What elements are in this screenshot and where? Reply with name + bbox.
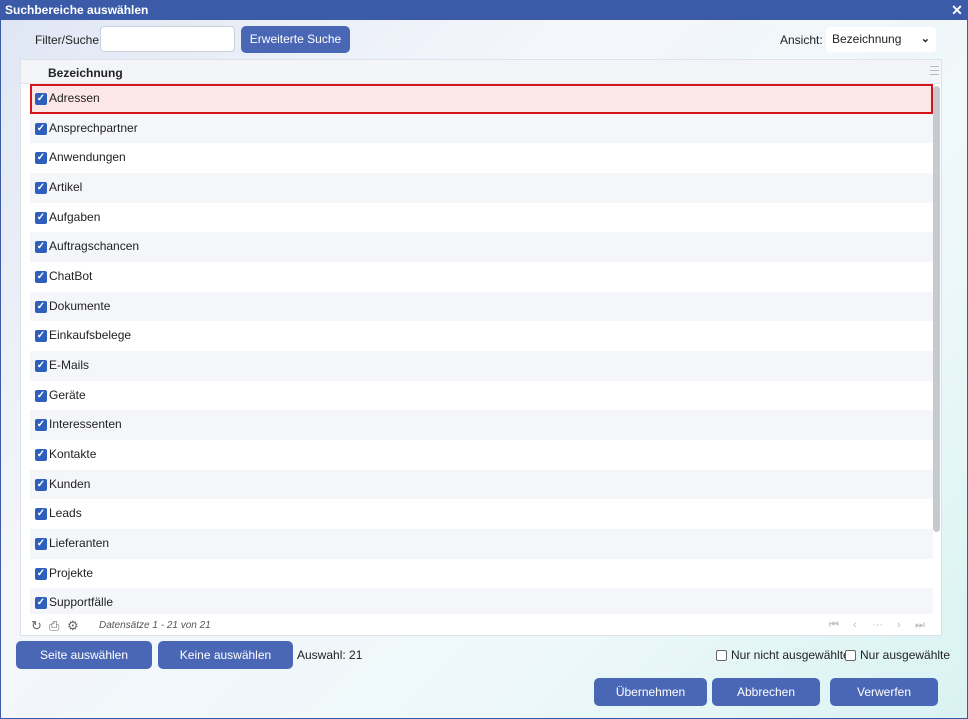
filter-label: Filter/Suche:: [35, 33, 103, 47]
only-unselected-checkbox[interactable]: Nur nicht ausgewählte: [716, 648, 850, 662]
dialog-titlebar: Suchbereiche auswählen ✕: [1, 1, 967, 20]
only-unselected-label: Nur nicht ausgewählte: [731, 648, 850, 662]
row-checkbox[interactable]: ✓: [35, 389, 47, 402]
table-row[interactable]: ✓ Interessenten: [30, 410, 933, 440]
table-row[interactable]: ✓ Dokumente: [30, 291, 933, 322]
table-row[interactable]: ✓ Kontakte: [30, 440, 933, 470]
row-label: Kunden: [49, 476, 91, 491]
row-label: Geräte: [49, 387, 86, 402]
row-label: Anwendungen: [49, 150, 126, 165]
search-areas-grid: Bezeichnung ✓ Adressen ✓ Ansprechpartner ✓ An…: [20, 59, 942, 636]
table-row[interactable]: ✓ Anwendungen: [30, 143, 933, 173]
select-none-button[interactable]: Keine auswählen: [158, 641, 293, 669]
view-label: Ansicht:: [780, 33, 823, 47]
row-label: Auftragschancen: [49, 239, 140, 254]
next-page-icon[interactable]: ›: [897, 619, 901, 631]
row-checkbox[interactable]: ✓: [35, 419, 47, 432]
row-label: Leads: [49, 506, 82, 521]
row-checkbox[interactable]: ✓: [35, 152, 47, 165]
row-label: Kontakte: [49, 446, 97, 461]
row-checkbox[interactable]: ✓: [35, 122, 47, 135]
grid-pager: ↻ ⎙ ⚙ Datensätze 1 - 21 von 21 ⏮ ‹ ··· ›…: [21, 615, 941, 635]
table-row[interactable]: ✓ Aufgaben: [30, 203, 933, 233]
discard-button[interactable]: Verwerfen: [830, 678, 938, 706]
row-label: Adressen: [49, 91, 100, 105]
row-checkbox[interactable]: ✓: [35, 300, 47, 313]
select-page-button[interactable]: Seite auswählen: [16, 641, 152, 669]
cancel-button[interactable]: Abbrechen: [712, 678, 820, 706]
table-row[interactable]: ✓ Supportfälle: [30, 588, 933, 614]
row-label: Interessenten: [49, 417, 122, 432]
row-checkbox[interactable]: ✓: [35, 181, 47, 194]
table-row[interactable]: ✓ Leads: [30, 499, 933, 529]
settings-icon[interactable]: ⚙: [67, 618, 79, 634]
row-checkbox[interactable]: ✓: [35, 270, 47, 283]
table-row[interactable]: ✓ Artikel: [30, 172, 933, 203]
table-row[interactable]: ✓ Adressen: [30, 84, 933, 114]
checkbox-box[interactable]: [716, 650, 727, 661]
column-header-bezeichnung[interactable]: Bezeichnung: [48, 66, 123, 80]
grid-header: Bezeichnung: [21, 60, 941, 84]
table-row[interactable]: ✓ Lieferanten: [30, 528, 933, 559]
row-label: Artikel: [49, 179, 83, 194]
row-checkbox[interactable]: ✓: [35, 448, 47, 461]
table-row[interactable]: ✓ Einkaufsbelege: [30, 321, 933, 351]
row-checkbox[interactable]: ✓: [35, 211, 47, 224]
row-checkbox[interactable]: ✓: [35, 597, 47, 610]
chevron-down-icon: ⌄: [920, 33, 930, 45]
table-row[interactable]: ✓ E-Mails: [30, 350, 933, 381]
last-page-icon[interactable]: ⏭: [915, 619, 925, 632]
row-label: Einkaufsbelege: [49, 328, 132, 343]
table-row[interactable]: ✓ Projekte: [30, 559, 933, 589]
table-row[interactable]: ✓ Kunden: [30, 469, 933, 500]
view-select[interactable]: Bezeichnung ⌄: [826, 27, 936, 52]
only-selected-label: Nur ausgewählte: [860, 648, 951, 662]
pager-info: Datensätze 1 - 21 von 21: [99, 620, 211, 631]
filter-input[interactable]: [100, 26, 235, 52]
row-label: Projekte: [49, 565, 94, 580]
row-label: E-Mails: [49, 357, 90, 372]
row-checkbox[interactable]: ✓: [35, 478, 47, 491]
row-label: Supportfälle: [49, 595, 114, 610]
row-label: ChatBot: [49, 268, 93, 283]
row-checkbox[interactable]: ✓: [35, 330, 47, 343]
column-menu-icon[interactable]: [930, 66, 939, 75]
apply-button[interactable]: Übernehmen: [594, 678, 707, 706]
table-row[interactable]: ✓ Geräte: [30, 381, 933, 411]
row-label: Lieferanten: [49, 535, 110, 550]
first-page-icon[interactable]: ⏮: [829, 619, 839, 632]
table-row[interactable]: ✓ ChatBot: [30, 262, 933, 292]
row-label: Ansprechpartner: [49, 120, 138, 135]
row-checkbox[interactable]: ✓: [35, 359, 47, 372]
checkbox-box[interactable]: [845, 650, 856, 661]
row-label: Dokumente: [49, 298, 111, 313]
grid-scrollbar[interactable]: [933, 86, 940, 532]
row-checkbox[interactable]: ✓: [35, 567, 47, 580]
dialog-title: Suchbereiche auswählen: [5, 3, 149, 17]
grid-rows: ✓ Adressen ✓ Ansprechpartner ✓ Anwendungen ✓ Ar…: [30, 84, 933, 614]
selection-count: Auswahl: 21: [297, 648, 363, 662]
row-checkbox[interactable]: ✓: [35, 508, 47, 521]
table-row[interactable]: ✓ Auftragschancen: [30, 232, 933, 262]
refresh-icon[interactable]: ↻: [31, 618, 42, 634]
row-label: Aufgaben: [49, 209, 101, 224]
pager-ellipsis[interactable]: ···: [872, 619, 883, 631]
table-row[interactable]: ✓ Ansprechpartner: [30, 113, 933, 144]
search-areas-dialog: Suchbereiche auswählen ✕ Filter/Suche: E…: [0, 0, 968, 719]
close-icon[interactable]: ✕: [951, 1, 963, 20]
row-checkbox[interactable]: ✓: [35, 537, 47, 550]
only-selected-checkbox[interactable]: Nur ausgewählte: [845, 648, 950, 662]
print-icon[interactable]: ⎙: [49, 618, 59, 634]
row-checkbox[interactable]: ✓: [35, 241, 47, 254]
prev-page-icon[interactable]: ‹: [853, 619, 857, 631]
row-checkbox[interactable]: ✓: [35, 93, 47, 105]
extended-search-button[interactable]: Erweiterte Suche: [241, 26, 350, 53]
view-select-value: Bezeichnung: [832, 32, 902, 46]
